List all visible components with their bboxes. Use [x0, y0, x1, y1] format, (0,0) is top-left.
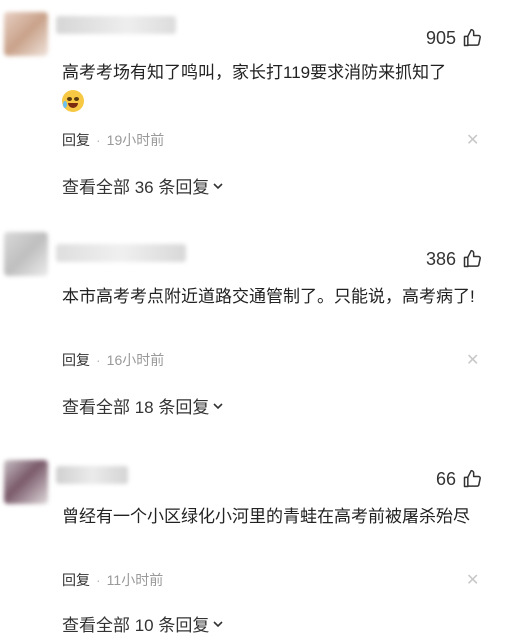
view-all-replies-label: 查看全部 18 条回复 — [62, 398, 210, 417]
view-all-replies-label: 查看全部 10 条回复 — [62, 616, 210, 635]
timestamp: 11小时前 — [106, 572, 164, 588]
like-count: 905 — [425, 27, 456, 48]
comment-meta: 回复 · 19小时前 — [62, 130, 164, 150]
separator: · — [96, 352, 101, 368]
comment-text-block: 本市高考考点附近道路交通管制了。只能说，高考病了! — [62, 284, 482, 310]
like-button[interactable]: 66 — [436, 467, 482, 491]
like-button[interactable]: 905 — [426, 26, 482, 50]
close-icon[interactable]: ✕ — [466, 353, 479, 369]
username-blurred[interactable] — [56, 244, 186, 262]
reply-button[interactable]: 回复 — [62, 130, 90, 150]
thumbs-up-icon[interactable] — [462, 469, 482, 489]
chevron-down-icon — [213, 620, 223, 627]
comment-text: 高考考场有知了鸣叫，家长打119要求消防来抓知了 — [62, 63, 447, 82]
close-icon[interactable]: ✕ — [466, 573, 479, 589]
view-all-replies-label: 查看全部 36 条回复 — [62, 178, 210, 197]
separator: · — [96, 572, 101, 588]
like-count: 66 — [435, 468, 456, 489]
comment-text-block: 曾经有一个小区绿化小河里的青蛙在高考前被屠杀殆尽 — [62, 504, 482, 530]
view-all-replies-button[interactable]: 查看全部 36 条回复 — [62, 173, 224, 198]
view-all-replies-button[interactable]: 查看全部 18 条回复 — [62, 393, 224, 418]
timestamp: 16小时前 — [106, 352, 165, 368]
crying-face-emoji — [62, 90, 84, 112]
comment-meta: 回复 · 16小时前 — [62, 350, 164, 370]
comment-text: 本市高考考点附近道路交通管制了。只能说，高考病了! — [62, 287, 475, 306]
avatar[interactable] — [4, 460, 48, 504]
timestamp: 19小时前 — [106, 132, 165, 148]
like-button[interactable]: 386 — [426, 247, 482, 271]
close-icon[interactable]: ✕ — [466, 133, 479, 149]
username-blurred[interactable] — [56, 466, 128, 484]
like-count: 386 — [425, 248, 456, 269]
avatar[interactable] — [4, 232, 48, 276]
thumbs-up-icon[interactable] — [462, 28, 482, 48]
chevron-down-icon — [213, 402, 223, 409]
username-blurred[interactable] — [56, 16, 176, 34]
comment-meta: 回复 · 11小时前 — [62, 570, 163, 590]
reply-button[interactable]: 回复 — [62, 350, 90, 370]
reply-button[interactable]: 回复 — [62, 570, 90, 590]
thumbs-up-icon[interactable] — [462, 249, 482, 269]
avatar[interactable] — [4, 12, 48, 56]
chevron-down-icon — [213, 182, 223, 189]
comment-text-block: 高考考场有知了鸣叫，家长打119要求消防来抓知了 — [62, 60, 482, 120]
separator: · — [96, 132, 101, 148]
view-all-replies-button[interactable]: 查看全部 10 条回复 — [62, 611, 224, 636]
comment-text: 曾经有一个小区绿化小河里的青蛙在高考前被屠杀殆尽 — [62, 507, 470, 526]
